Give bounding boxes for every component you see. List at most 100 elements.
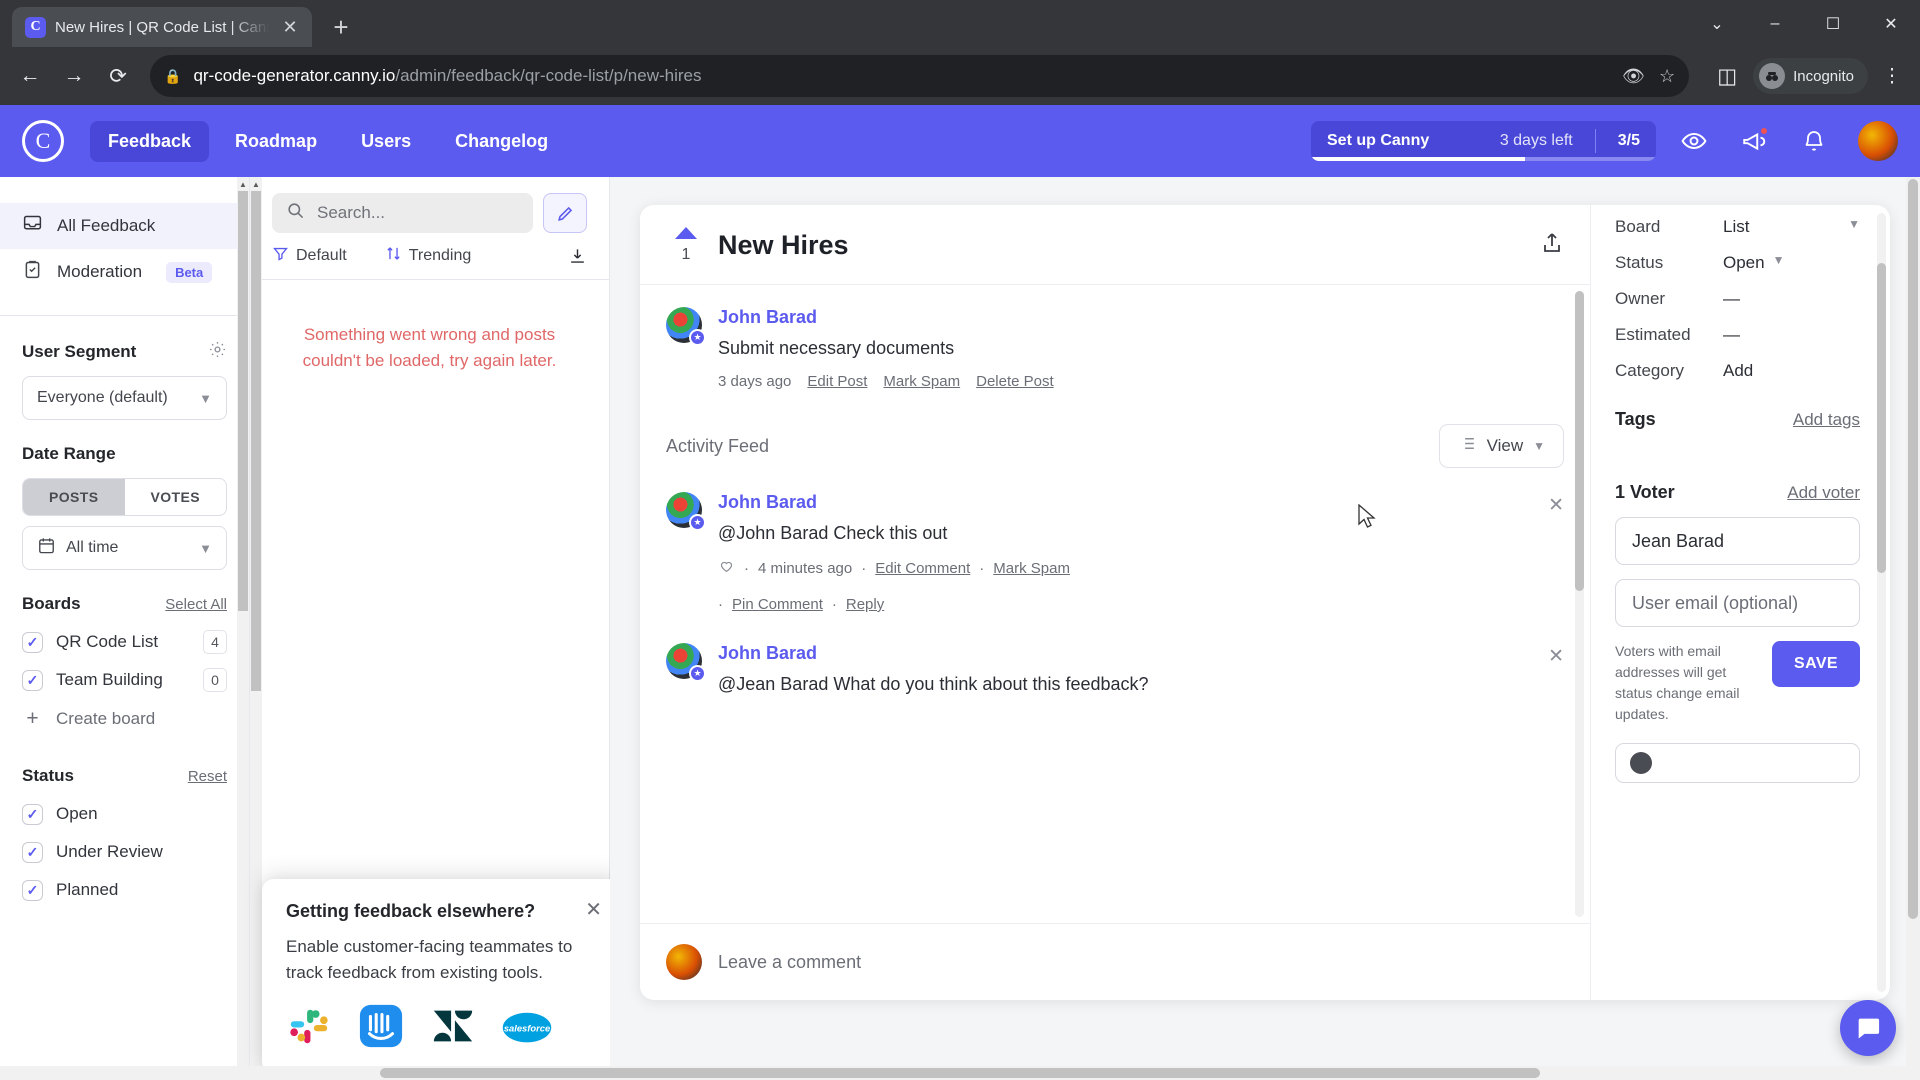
voter-name-input[interactable]: Jean Barad bbox=[1615, 517, 1860, 565]
post-detail-panel: Board List ▼ Status Open ▼ Owner — Estim… bbox=[1590, 205, 1890, 1000]
eye-icon[interactable] bbox=[1672, 119, 1716, 163]
scrollbar-thumb[interactable] bbox=[1908, 179, 1918, 919]
close-icon[interactable]: ✕ bbox=[585, 897, 602, 922]
nav-changelog[interactable]: Changelog bbox=[437, 121, 566, 162]
boards-select-all[interactable]: Select All bbox=[165, 596, 227, 613]
checkbox-checked[interactable]: ✓ bbox=[22, 879, 43, 901]
page-vertical-scrollbar[interactable] bbox=[1906, 177, 1920, 1080]
edit-post-link[interactable]: Edit Post bbox=[807, 373, 867, 390]
megaphone-icon[interactable] bbox=[1732, 119, 1776, 163]
scrollbar-thumb[interactable] bbox=[380, 1068, 1540, 1078]
leave-comment-box[interactable]: Leave a comment bbox=[640, 923, 1590, 1000]
board-item-qr-code-list[interactable]: ✓ QR Code List 4 bbox=[22, 626, 227, 658]
scrollbar-thumb[interactable] bbox=[1575, 291, 1584, 591]
date-range-select[interactable]: All time ▼ bbox=[22, 526, 227, 570]
share-icon[interactable] bbox=[1540, 231, 1564, 261]
create-board-button[interactable]: + Create board bbox=[22, 702, 227, 736]
incognito-indicator[interactable]: Incognito bbox=[1753, 58, 1868, 94]
comment-author[interactable]: John Barad bbox=[718, 643, 1564, 664]
detail-row-board[interactable]: Board List ▼ bbox=[1615, 217, 1860, 237]
nav-roadmap[interactable]: Roadmap bbox=[217, 121, 335, 162]
browser-tab[interactable]: C New Hires | QR Code List | Canny ✕ bbox=[12, 7, 312, 47]
sort-trending[interactable]: Trending bbox=[385, 245, 471, 267]
bell-icon[interactable] bbox=[1792, 119, 1836, 163]
scrollbar-thumb[interactable] bbox=[251, 191, 261, 691]
url-host: qr-code-generator.canny.io bbox=[193, 66, 396, 85]
detail-scrollbar[interactable] bbox=[1877, 213, 1886, 992]
canny-logo-icon[interactable]: C bbox=[22, 120, 64, 162]
nav-users[interactable]: Users bbox=[343, 121, 429, 162]
new-tab-button[interactable]: + bbox=[324, 10, 358, 44]
pin-comment-link[interactable]: Pin Comment bbox=[732, 596, 823, 613]
sidebar-item-moderation[interactable]: Moderation Beta bbox=[0, 249, 249, 295]
status-item-under-review[interactable]: ✓ Under Review bbox=[22, 836, 227, 868]
list-scrollbar[interactable]: ▲ ▼ bbox=[250, 177, 262, 1080]
user-avatar[interactable] bbox=[1858, 121, 1898, 161]
voter-list-item[interactable] bbox=[1615, 743, 1860, 783]
chevron-down-icon[interactable]: ⌄ bbox=[1688, 0, 1746, 47]
scrollbar-thumb[interactable] bbox=[1877, 263, 1886, 573]
checkbox-checked[interactable]: ✓ bbox=[22, 631, 43, 653]
page-horizontal-scrollbar[interactable] bbox=[0, 1066, 1920, 1080]
back-button[interactable]: ← bbox=[10, 56, 50, 96]
detail-row-estimated[interactable]: Estimated — bbox=[1615, 325, 1860, 345]
chat-bubble-icon[interactable] bbox=[1840, 1000, 1896, 1056]
sidebar-scrollbar[interactable]: ▲ ▼ bbox=[237, 177, 249, 1080]
view-dropdown-button[interactable]: View ▼ bbox=[1438, 424, 1564, 468]
checkbox-checked[interactable]: ✓ bbox=[22, 803, 43, 825]
eye-off-icon[interactable]: 👁 bbox=[1622, 66, 1645, 87]
mark-spam-link[interactable]: Mark Spam bbox=[883, 373, 960, 390]
edit-comment-link[interactable]: Edit Comment bbox=[875, 560, 970, 577]
gear-icon[interactable] bbox=[208, 340, 227, 364]
minimize-icon[interactable]: – bbox=[1746, 0, 1804, 47]
checkbox-checked[interactable]: ✓ bbox=[22, 841, 43, 863]
user-segment-select[interactable]: Everyone (default) ▼ bbox=[22, 376, 227, 420]
heart-icon[interactable] bbox=[718, 558, 735, 578]
close-icon[interactable]: ✕ bbox=[278, 15, 302, 39]
forward-button[interactable]: → bbox=[54, 56, 94, 96]
post-author[interactable]: John Barad bbox=[718, 307, 1564, 328]
vote-control[interactable]: 1 bbox=[666, 227, 706, 264]
compose-post-button[interactable] bbox=[543, 193, 587, 233]
date-range-toggle: POSTS VOTES bbox=[22, 478, 227, 516]
reply-link[interactable]: Reply bbox=[846, 596, 884, 613]
scroll-up-arrow[interactable]: ▲ bbox=[237, 177, 249, 191]
maximize-icon[interactable]: ☐ bbox=[1804, 0, 1862, 47]
setup-canny-widget[interactable]: Set up Canny 3 days left 3/5 bbox=[1311, 121, 1656, 161]
toggle-votes[interactable]: VOTES bbox=[125, 479, 227, 515]
detail-row-status[interactable]: Status Open ▼ bbox=[1615, 253, 1860, 273]
toggle-posts[interactable]: POSTS bbox=[23, 479, 125, 515]
post-scrollbar[interactable] bbox=[1575, 291, 1584, 917]
nav-feedback[interactable]: Feedback bbox=[90, 120, 210, 162]
search-input[interactable]: Search... bbox=[272, 193, 533, 233]
scroll-up-arrow[interactable]: ▲ bbox=[250, 177, 262, 191]
add-tags-link[interactable]: Add tags bbox=[1793, 410, 1860, 430]
close-icon[interactable]: ✕ bbox=[1862, 0, 1920, 47]
upvote-arrow-icon[interactable] bbox=[675, 227, 697, 239]
delete-post-link[interactable]: Delete Post bbox=[976, 373, 1054, 390]
mark-spam-link[interactable]: Mark Spam bbox=[993, 560, 1070, 577]
filter-default[interactable]: Default bbox=[272, 245, 347, 267]
close-icon[interactable]: ✕ bbox=[1548, 645, 1564, 668]
add-voter-link[interactable]: Add voter bbox=[1787, 483, 1860, 503]
board-item-team-building[interactable]: ✓ Team Building 0 bbox=[22, 664, 227, 696]
status-item-open[interactable]: ✓ Open bbox=[22, 798, 227, 830]
kebab-menu-icon[interactable]: ⋮ bbox=[1874, 56, 1910, 96]
detail-row-owner[interactable]: Owner — bbox=[1615, 289, 1860, 309]
download-icon[interactable] bbox=[568, 247, 587, 266]
address-bar[interactable]: 🔒 qr-code-generator.canny.io/admin/feedb… bbox=[150, 55, 1690, 97]
status-reset[interactable]: Reset bbox=[188, 768, 227, 785]
checkbox-checked[interactable]: ✓ bbox=[22, 669, 43, 691]
side-panel-icon[interactable]: ◫ bbox=[1707, 56, 1747, 96]
sidebar-item-all-feedback[interactable]: All Feedback bbox=[0, 203, 249, 249]
close-icon[interactable]: ✕ bbox=[1548, 494, 1564, 517]
incognito-label: Incognito bbox=[1793, 67, 1854, 85]
reload-button[interactable]: ⟳ bbox=[98, 56, 138, 96]
comment-author[interactable]: John Barad bbox=[718, 492, 1564, 513]
status-item-planned[interactable]: ✓ Planned bbox=[22, 874, 227, 906]
scrollbar-thumb[interactable] bbox=[238, 191, 248, 611]
star-icon[interactable]: ☆ bbox=[1659, 66, 1675, 87]
voter-email-input[interactable]: User email (optional) bbox=[1615, 579, 1860, 627]
detail-row-category[interactable]: Category Add bbox=[1615, 361, 1860, 381]
save-button[interactable]: SAVE bbox=[1772, 641, 1860, 687]
